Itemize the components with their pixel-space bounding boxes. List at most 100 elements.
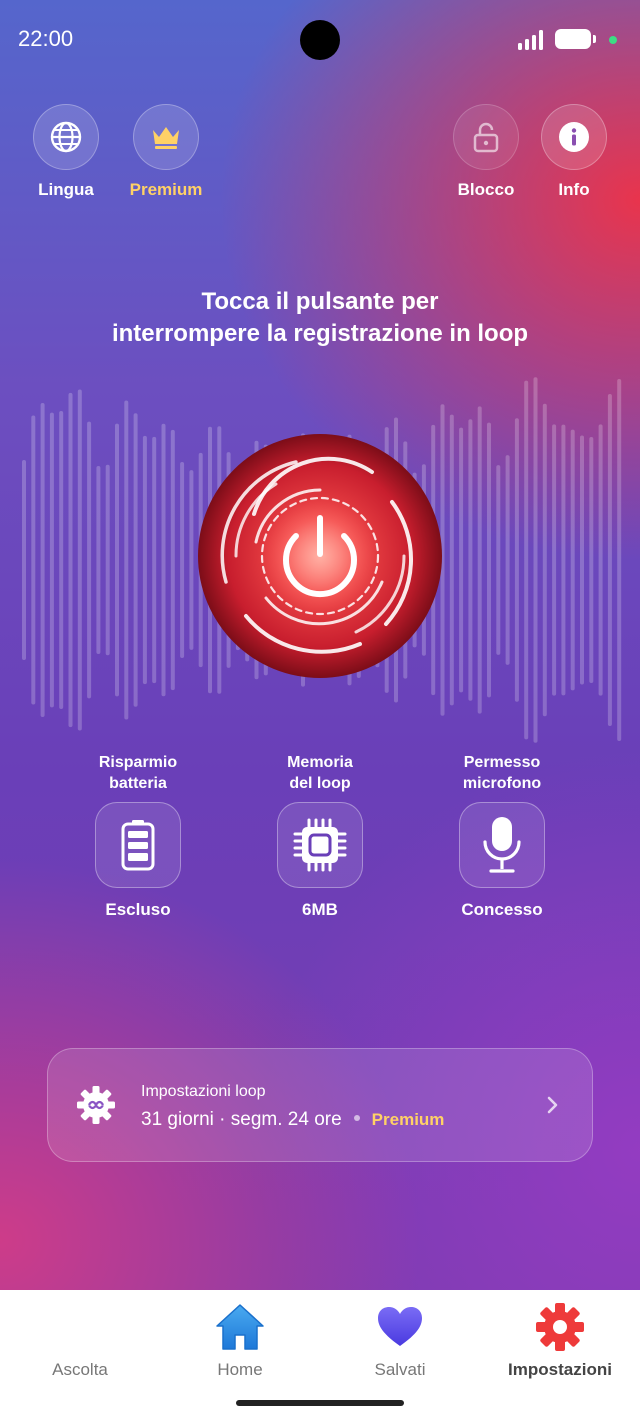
gear-icon xyxy=(536,1303,584,1351)
loop-settings-subtitle-row: 31 giorni · segm. 24 ore Premium xyxy=(141,1109,444,1131)
main-screen: 22:00 Lingua Premium Blocco Info Tocca i… xyxy=(0,0,640,1290)
waveform-bar xyxy=(505,455,510,665)
mic-permission-status[interactable]: Permesso microfono Concesso xyxy=(412,752,592,920)
waveform-bar xyxy=(87,421,92,699)
info-button[interactable]: Info xyxy=(514,104,634,200)
premium-button[interactable]: Premium xyxy=(106,104,226,200)
loop-memory-status[interactable]: Memoria del loop 6MB xyxy=(230,752,410,920)
status-time: 22:00 xyxy=(18,26,74,51)
chevron-right-icon xyxy=(547,1096,558,1114)
lock-open-icon xyxy=(473,122,499,153)
premium-label: Premium xyxy=(129,180,203,199)
battery-saver-title-line2: batteria xyxy=(109,775,167,792)
waveform-bar xyxy=(580,435,584,685)
battery-saver-value: Escluso xyxy=(105,900,171,919)
waveform-bar xyxy=(133,413,138,707)
waveform-bar xyxy=(40,403,45,717)
waveform-bar xyxy=(496,465,501,655)
stop-recording-button[interactable] xyxy=(196,432,444,680)
loop-settings-title: Impostazioni loop xyxy=(141,1083,266,1100)
waveform-bar xyxy=(533,377,538,743)
waveform-bar xyxy=(105,464,110,656)
waveform-bar xyxy=(552,424,557,696)
battery-saver-title: Risparmio batteria xyxy=(48,752,228,796)
nav-home-label: Home xyxy=(217,1360,263,1379)
loop-memory-value: 6MB xyxy=(302,900,338,919)
nav-listen[interactable]: Ascolta xyxy=(0,1302,160,1380)
crown-icon xyxy=(153,127,179,149)
battery-status-icon xyxy=(555,29,596,49)
privacy-indicator-dot xyxy=(609,36,617,44)
info-label: Info xyxy=(558,180,590,199)
loop-memory-title: Memoria del loop xyxy=(230,752,410,796)
mic-permission-box[interactable] xyxy=(459,802,545,888)
waveform-bar xyxy=(59,410,64,710)
waveform-icon xyxy=(57,1303,101,1351)
waveform-bar xyxy=(22,460,26,660)
waveform-bar xyxy=(49,412,54,708)
home-icon xyxy=(216,1304,264,1350)
mic-permission-title-line1: Permesso xyxy=(463,754,541,771)
camera-cutout xyxy=(300,20,340,60)
waveform-bar xyxy=(617,379,622,741)
waveform-bar xyxy=(115,423,119,697)
premium-button-circle[interactable] xyxy=(133,104,199,170)
battery-saver-status[interactable]: Risparmio batteria Escluso xyxy=(48,752,228,920)
waveform-bar xyxy=(189,470,194,650)
nav-saved[interactable]: Salvati xyxy=(320,1302,480,1380)
mic-permission-title-line2: microfono xyxy=(462,775,542,792)
mic-permission-title: Permesso microfono xyxy=(412,752,592,796)
nav-home[interactable]: Home xyxy=(160,1302,320,1380)
waveform-bar xyxy=(468,419,473,701)
waveform-bar xyxy=(170,429,175,691)
waveform-bar xyxy=(459,427,464,693)
waveform-bar xyxy=(514,418,519,702)
waveform-bar xyxy=(524,380,529,740)
heart-icon xyxy=(378,1307,422,1346)
battery-saver-title-line1: Risparmio xyxy=(98,754,178,771)
waveform-bar xyxy=(449,414,454,706)
waveform-bar xyxy=(561,424,566,696)
waveform-bar xyxy=(542,403,547,717)
loop-memory-box[interactable] xyxy=(277,802,363,888)
signal-icon xyxy=(518,30,543,50)
waveform-bar xyxy=(589,437,594,683)
waveform-bar xyxy=(152,436,157,684)
gesture-home-bar[interactable] xyxy=(236,1400,404,1406)
loop-memory-title-line1: Memoria xyxy=(287,754,353,771)
loop-settings-premium-badge: Premium xyxy=(371,1110,445,1129)
loop-settings-subtitle: 31 giorni · segm. 24 ore xyxy=(141,1109,342,1130)
waveform-bar xyxy=(124,400,129,720)
lock-button-circle[interactable] xyxy=(453,104,519,170)
nav-settings-label: Impostazioni xyxy=(508,1360,612,1379)
waveform-bar xyxy=(142,435,147,685)
waveform-bar xyxy=(180,461,185,659)
waveform-bar xyxy=(68,392,73,728)
loop-settings-card[interactable]: Impostazioni loop 31 giorni · segm. 24 o… xyxy=(47,1048,593,1162)
waveform-bar xyxy=(487,422,491,698)
nav-settings[interactable]: Impostazioni xyxy=(480,1302,640,1380)
battery-saver-box[interactable] xyxy=(95,802,181,888)
waveform-bar xyxy=(77,389,82,731)
globe-icon xyxy=(50,121,82,153)
mic-permission-value: Concesso xyxy=(461,900,543,919)
instruction-line-2: interrompere la registrazione in loop xyxy=(111,320,529,347)
waveform-bar xyxy=(570,429,575,691)
separator-dot xyxy=(353,1114,360,1121)
waveform-bar xyxy=(161,423,166,697)
info-button-circle[interactable] xyxy=(541,104,607,170)
battery-icon xyxy=(121,820,155,871)
waveform-bar xyxy=(607,394,612,726)
language-button-circle[interactable] xyxy=(33,104,99,170)
instruction-text: Tocca il pulsante per interrompere la re… xyxy=(0,286,640,350)
instruction-line-1: Tocca il pulsante per xyxy=(201,288,439,315)
info-icon xyxy=(559,122,589,152)
loop-memory-title-line2: del loop xyxy=(289,775,351,792)
microphone-icon xyxy=(483,817,521,873)
nav-listen-label: Ascolta xyxy=(52,1360,108,1379)
waveform-bar xyxy=(31,415,36,705)
waveform-bar xyxy=(96,465,101,655)
loop-settings-gear-icon xyxy=(77,1086,115,1124)
chip-icon xyxy=(293,818,347,872)
nav-saved-label: Salvati xyxy=(374,1360,426,1379)
